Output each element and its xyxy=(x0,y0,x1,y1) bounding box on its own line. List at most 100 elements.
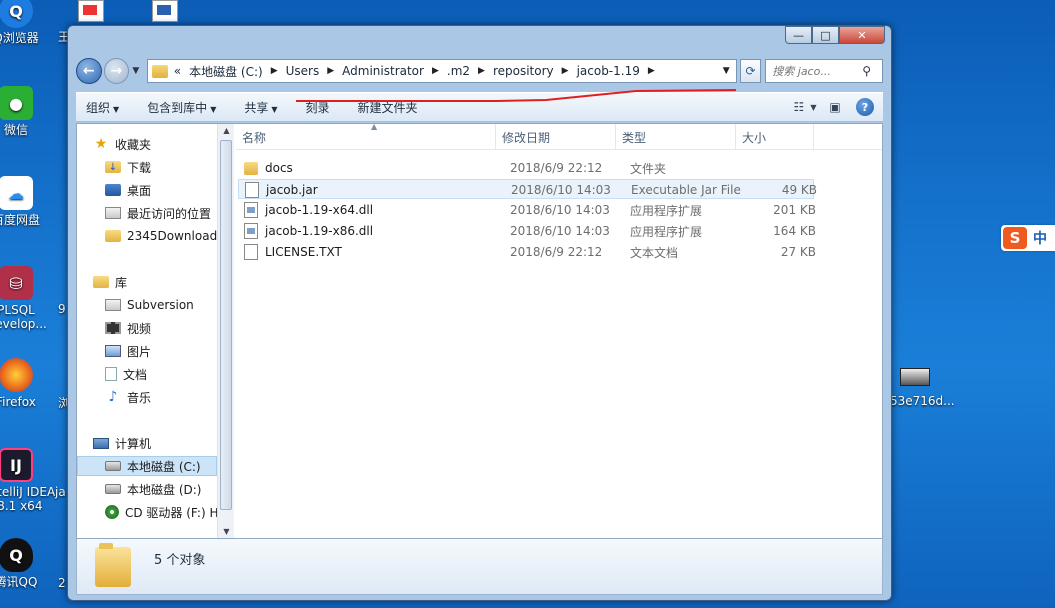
desktop-icon-label-line2: Develop... xyxy=(0,317,47,331)
file-row[interactable]: jacob-1.19-x86.dll 2018/6/10 14:03 应用程序扩… xyxy=(238,221,816,241)
recent-pages-dropdown[interactable]: ▼ xyxy=(129,66,143,76)
nav-pictures[interactable]: 图片 xyxy=(105,341,151,361)
breadcrumb-separator-icon[interactable]: ▶ xyxy=(562,66,569,76)
nav-label: 视频 xyxy=(127,321,152,336)
nav-computer[interactable]: 计算机 xyxy=(93,433,151,453)
qq-penguin-icon: Q xyxy=(0,538,33,572)
desktop-icon-right[interactable] xyxy=(900,368,930,386)
explorer-window[interactable]: — □ ✕ ← → ▼ « 本地磁盘 (C:) ▶ Users ▶ Admini… xyxy=(67,25,892,601)
desktop-icon-word[interactable] xyxy=(152,0,178,22)
column-header-size[interactable]: 大小 xyxy=(736,124,814,150)
nav-label: 2345Downloads xyxy=(127,229,224,243)
column-header-type[interactable]: 类型 xyxy=(616,124,736,150)
desktop-icon-intellij[interactable]: IJ IntelliJ IDEA 18.1 x64 xyxy=(0,448,55,513)
breadcrumb-separator-icon[interactable]: ▶ xyxy=(271,66,278,76)
breadcrumb-separator-icon[interactable]: ▶ xyxy=(327,66,334,76)
breadcrumb-m2[interactable]: .m2 xyxy=(447,64,470,78)
search-icon[interactable]: ⚲ xyxy=(862,64,871,78)
nav-drive-c[interactable]: 本地磁盘 (C:) xyxy=(77,456,217,476)
file-row[interactable]: docs 2018/6/9 22:12 文件夹 xyxy=(238,158,814,178)
nav-documents[interactable]: 文档 xyxy=(105,364,147,384)
breadcrumb-drive-c[interactable]: 本地磁盘 (C:) xyxy=(189,63,263,80)
nav-recent-places[interactable]: 最近访问的位置 xyxy=(105,203,211,223)
firefox-icon xyxy=(0,358,33,392)
help-icon: ? xyxy=(856,98,874,116)
nav-music[interactable]: ♪ 音乐 xyxy=(105,387,151,407)
desktop-icon-label: 微信 xyxy=(3,123,28,137)
file-row[interactable]: jacob-1.19-x64.dll 2018/6/10 14:03 应用程序扩… xyxy=(238,200,816,220)
file-date: 2018/6/10 14:03 xyxy=(510,203,610,217)
breadcrumb-administrator[interactable]: Administrator xyxy=(342,64,424,78)
qbrowser-icon: Q xyxy=(0,0,33,28)
address-bar[interactable]: « 本地磁盘 (C:) ▶ Users ▶ Administrator ▶ .m… xyxy=(146,59,737,83)
scroll-up-icon[interactable]: ▲ xyxy=(218,126,235,135)
item-count: 5 个对象 xyxy=(154,553,206,568)
breadcrumb-separator-icon[interactable]: ▶ xyxy=(648,66,655,76)
nav-videos[interactable]: 视频 xyxy=(105,318,151,338)
address-dropdown-icon[interactable]: ▼ xyxy=(723,66,730,76)
file-row[interactable]: LICENSE.TXT 2018/6/9 22:12 文本文档 27 KB xyxy=(238,242,816,262)
nav-subversion[interactable]: Subversion xyxy=(105,295,194,315)
new-folder-button[interactable]: 新建文件夹 xyxy=(358,99,418,116)
nav-drive-d[interactable]: 本地磁盘 (D:) xyxy=(105,479,201,499)
forward-arrow-icon: → xyxy=(110,63,123,79)
column-header-name[interactable]: 名称 xyxy=(236,124,496,150)
ime-indicator[interactable]: S 中 xyxy=(1001,225,1055,251)
back-button[interactable]: ← xyxy=(76,58,102,84)
nav-label: 收藏夹 xyxy=(115,137,152,152)
desktop-icon-firefox[interactable]: Firefox xyxy=(0,358,46,409)
breadcrumb-separator-icon[interactable]: ▶ xyxy=(478,66,485,76)
close-button[interactable]: ✕ xyxy=(839,26,885,44)
desktop-icon-label: PLSQL xyxy=(0,303,35,317)
desktop-icon-wechat[interactable]: ● 微信 xyxy=(0,86,46,137)
documents-icon xyxy=(105,367,117,381)
recent-places-icon xyxy=(105,207,121,219)
burn-button[interactable]: 刻录 xyxy=(306,99,330,116)
preview-pane-button[interactable]: ▣ xyxy=(825,98,845,116)
nav-libraries[interactable]: 库 xyxy=(93,272,127,292)
nav-desktop[interactable]: 桌面 xyxy=(105,180,151,200)
file-row[interactable]: jacob.jar 2018/6/10 14:03 Executable Jar… xyxy=(238,179,817,200)
breadcrumb-repository[interactable]: repository xyxy=(493,64,554,78)
forward-button[interactable]: → xyxy=(103,58,130,84)
breadcrumb-jacob[interactable]: jacob-1.19 xyxy=(577,64,640,78)
breadcrumb-overflow[interactable]: « xyxy=(174,64,181,78)
desktop-icon-plsql[interactable]: ⛁ PLSQL Develop... xyxy=(0,266,47,331)
nav-scrollbar[interactable]: ▲ ▼ xyxy=(217,124,234,538)
details-pane: 5 个对象 xyxy=(76,539,883,595)
maximize-button[interactable]: □ xyxy=(812,26,839,44)
nav-downloads[interactable]: ↓ 下载 xyxy=(105,157,151,177)
help-button[interactable]: ? xyxy=(855,98,875,116)
nav-label: 音乐 xyxy=(127,390,152,405)
file-name: jacob.jar xyxy=(266,183,318,197)
scrollbar-thumb[interactable] xyxy=(220,140,232,510)
breadcrumb-users[interactable]: Users xyxy=(286,64,320,78)
organize-menu[interactable]: 组织 ▼ xyxy=(86,99,119,116)
file-name: docs xyxy=(265,161,293,175)
nav-drive-f[interactable]: CD 驱动器 (F:) H xyxy=(105,502,218,522)
refresh-button[interactable]: ⟳ xyxy=(739,59,762,83)
file-type: Executable Jar File xyxy=(631,183,741,197)
scroll-down-icon[interactable]: ▼ xyxy=(218,527,235,536)
file-name-cell: jacob.jar xyxy=(245,180,318,200)
desktop-icon-qbrowser[interactable]: Q Q浏览器 xyxy=(0,0,46,45)
music-note-icon: ♪ xyxy=(108,389,118,405)
title-bar[interactable]: — □ ✕ xyxy=(68,26,891,52)
folder-icon xyxy=(151,64,168,78)
downloads-folder-icon: ↓ xyxy=(105,161,121,173)
nav-favorites[interactable]: ★ 收藏夹 xyxy=(93,134,151,154)
breadcrumb-separator-icon[interactable]: ▶ xyxy=(432,66,439,76)
nav-2345downloads[interactable]: 2345Downloads xyxy=(105,226,223,246)
desktop-icon-document[interactable] xyxy=(78,0,104,22)
search-input[interactable] xyxy=(772,64,863,78)
video-icon xyxy=(105,322,121,334)
search-box[interactable]: ⚲ xyxy=(765,59,883,83)
share-menu[interactable]: 共享 ▼ xyxy=(244,99,277,116)
minimize-button[interactable]: — xyxy=(785,26,812,44)
desktop-icon-baidu-netdisk[interactable]: ☁ 百度网盘 xyxy=(0,176,46,227)
column-header-date[interactable]: 修改日期 xyxy=(496,124,616,150)
view-options-button[interactable]: ☷ ▼ xyxy=(794,98,817,116)
folder-icon xyxy=(244,161,258,175)
desktop-icon-qq[interactable]: Q 腾讯QQ xyxy=(0,538,46,589)
include-in-library-menu[interactable]: 包含到库中 ▼ xyxy=(147,99,216,116)
